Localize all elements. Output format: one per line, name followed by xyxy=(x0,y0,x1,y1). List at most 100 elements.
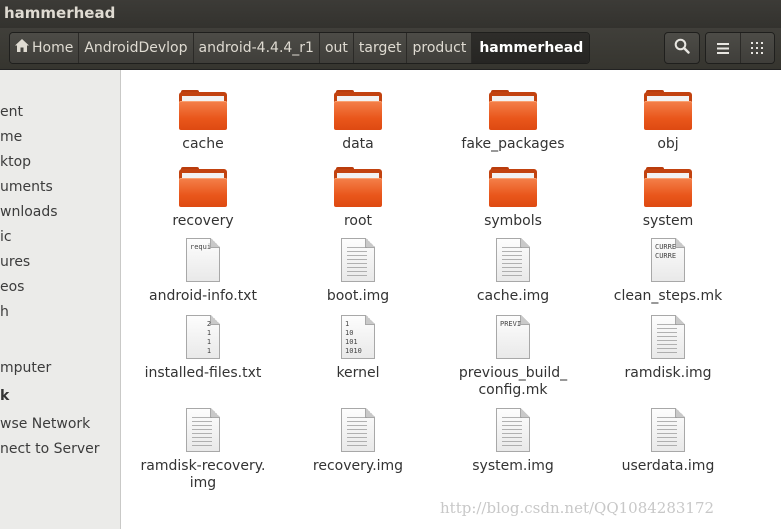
list-view-button[interactable] xyxy=(706,33,740,63)
sidebar-item-trash[interactable]: h xyxy=(0,301,120,323)
folder-item[interactable]: root xyxy=(288,157,428,230)
breadcrumb-android-4-4-4[interactable]: android-4.4.4_r1 xyxy=(193,33,320,63)
watermark: http://blog.csdn.net/QQ1084283172 xyxy=(440,499,715,517)
file-name: recovery xyxy=(172,213,234,229)
file-item[interactable]: ramdisk.img xyxy=(598,309,738,382)
file-item[interactable]: requi android-info.txt xyxy=(133,232,273,305)
folder-icon xyxy=(644,90,692,130)
breadcrumb-hammerhead[interactable]: hammerhead xyxy=(472,33,590,63)
text-file-icon: PREVI xyxy=(496,315,530,359)
file-name: userdata.img xyxy=(621,458,715,474)
icon-wrap xyxy=(288,402,428,452)
file-preview-text: 1 10 101 1010 xyxy=(345,320,362,355)
icon-wrap xyxy=(598,80,738,130)
icon-wrap xyxy=(133,402,273,452)
file-name: system xyxy=(642,213,694,229)
search-button[interactable] xyxy=(664,32,700,64)
folder-item[interactable]: system xyxy=(598,157,738,230)
folder-item[interactable]: recovery xyxy=(133,157,273,230)
sidebar-item-computer[interactable]: mputer xyxy=(0,357,120,379)
folder-icon xyxy=(179,90,227,130)
sidebar-item-connect-to-server[interactable]: nect to Server xyxy=(0,438,120,460)
sidebar-header-network: k xyxy=(0,388,10,404)
text-file-icon: requi xyxy=(186,238,220,282)
file-item[interactable]: PREVI previous_build_ config.mk xyxy=(443,309,583,399)
icon-wrap xyxy=(288,232,428,282)
sidebar-item-desktop[interactable]: ktop xyxy=(0,151,120,173)
text-file-icon: 1 10 101 1010 xyxy=(341,315,375,359)
file-preview-text: 2 1 1 1 xyxy=(206,320,212,355)
sidebar-item-music[interactable]: ic xyxy=(0,226,120,248)
grid-view-icon xyxy=(751,39,764,58)
file-item[interactable]: boot.img xyxy=(288,232,428,305)
file-item[interactable]: userdata.img xyxy=(598,402,738,475)
icon-wrap: requi xyxy=(133,232,273,282)
file-name: system.img xyxy=(472,458,554,474)
breadcrumb-product[interactable]: product xyxy=(407,33,473,63)
folder-item[interactable]: cache xyxy=(133,80,273,153)
grid-view-button[interactable] xyxy=(739,33,774,63)
view-switcher xyxy=(705,32,775,64)
breadcrumb-androiddevlop[interactable]: AndroidDevlop xyxy=(79,33,194,63)
sidebar-item-videos[interactable]: eos xyxy=(0,276,120,298)
file-name: recovery.img xyxy=(312,458,404,474)
icon-wrap: 1 10 101 1010 xyxy=(288,309,428,359)
file-item[interactable]: system.img xyxy=(443,402,583,475)
file-name: boot.img xyxy=(326,288,390,304)
icon-wrap xyxy=(443,232,583,282)
sidebar-item-browse-network[interactable]: wse Network xyxy=(0,413,120,435)
file-item[interactable]: recovery.img xyxy=(288,402,428,475)
folder-item[interactable]: symbols xyxy=(443,157,583,230)
binary-file-icon xyxy=(496,238,530,282)
icon-wrap xyxy=(443,157,583,207)
icon-wrap: 2 1 1 1 xyxy=(133,309,273,359)
folder-icon xyxy=(334,167,382,207)
binary-file-icon xyxy=(341,238,375,282)
list-view-icon xyxy=(716,39,729,58)
icon-wrap: PREVI xyxy=(443,309,583,359)
folder-icon xyxy=(644,167,692,207)
file-name: cache.img xyxy=(476,288,550,304)
binary-file-icon xyxy=(496,408,530,452)
icon-wrap xyxy=(443,402,583,452)
binary-file-icon xyxy=(186,408,220,452)
sidebar: ent me ktop uments wnloads ic ures eos h… xyxy=(0,70,121,529)
sidebar-item-documents[interactable]: uments xyxy=(0,176,120,198)
file-name: installed-files.txt xyxy=(144,365,262,381)
sidebar-item-recent[interactable]: ent xyxy=(0,101,120,123)
file-preview-text: requi xyxy=(190,243,212,251)
folder-icon xyxy=(489,167,537,207)
icon-wrap xyxy=(598,402,738,452)
icon-wrap xyxy=(598,157,738,207)
file-item[interactable]: ramdisk-recovery. img xyxy=(133,402,273,492)
icon-wrap xyxy=(288,80,428,130)
sidebar-item-downloads[interactable]: wnloads xyxy=(0,201,120,223)
file-item[interactable]: CURRE CURRE clean_steps.mk xyxy=(598,232,738,305)
sidebar-item-pictures[interactable]: ures xyxy=(0,251,120,273)
folder-icon xyxy=(334,90,382,130)
sidebar-item-home[interactable]: me xyxy=(0,126,120,148)
home-icon xyxy=(15,33,29,63)
breadcrumb-home[interactable]: Home xyxy=(10,33,80,63)
icon-wrap xyxy=(598,309,738,359)
file-name: root xyxy=(343,213,373,229)
file-name: clean_steps.mk xyxy=(613,288,723,304)
file-preview-text: CURRE CURRE xyxy=(655,243,677,260)
toolbar: Home AndroidDevlop android-4.4.4_r1 out … xyxy=(0,28,781,70)
file-item[interactable]: 1 10 101 1010 kernel xyxy=(288,309,428,382)
file-item[interactable]: cache.img xyxy=(443,232,583,305)
search-icon xyxy=(674,38,690,58)
folder-item[interactable]: data xyxy=(288,80,428,153)
folder-item[interactable]: fake_packages xyxy=(443,80,583,153)
breadcrumb-target[interactable]: target xyxy=(353,33,408,63)
file-name: obj xyxy=(657,136,679,152)
folder-item[interactable]: obj xyxy=(598,80,738,153)
file-preview-text: PREVI xyxy=(500,320,522,328)
file-name: previous_build_ config.mk xyxy=(458,365,568,398)
file-name: android-info.txt xyxy=(149,288,257,304)
file-name: data xyxy=(342,136,374,152)
file-item[interactable]: 2 1 1 1 installed-files.txt xyxy=(133,309,273,382)
file-name: ramdisk.img xyxy=(624,365,712,381)
file-name: cache xyxy=(182,136,224,152)
breadcrumb-out[interactable]: out xyxy=(319,33,354,63)
